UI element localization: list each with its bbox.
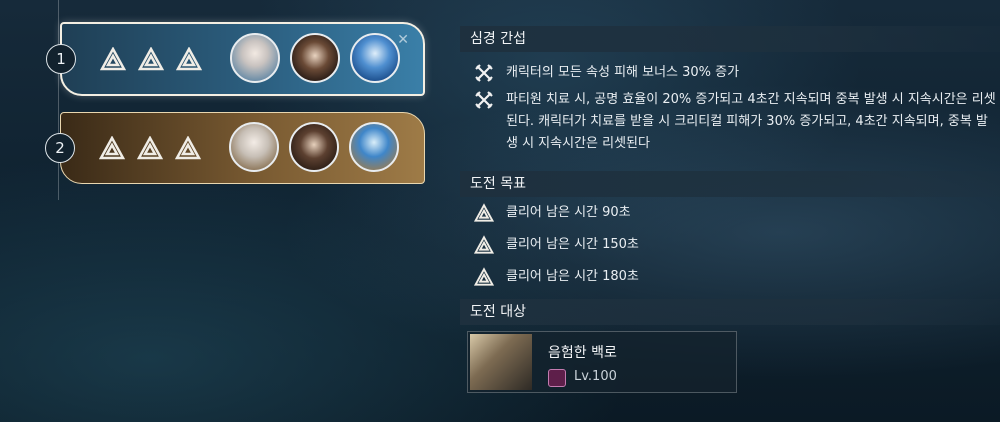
target-card[interactable]: 음험한 백로 Lv.100 xyxy=(467,331,737,393)
boss-level: Lv.100 xyxy=(574,369,617,384)
timeline-line xyxy=(58,0,59,200)
interference-item: 캐릭터의 모든 속성 피해 보너스 30% 증가 xyxy=(474,62,996,84)
boss-portrait xyxy=(470,334,532,390)
goal-item: 클리어 남은 시간 150초 xyxy=(474,234,996,256)
goal-triangle-icon xyxy=(137,136,163,160)
stage-card-1[interactable]: 1 ✕ xyxy=(46,22,425,96)
section-header-interference: 심경 간섭 xyxy=(460,26,1000,52)
goal-text: 클리어 남은 시간 150초 xyxy=(506,237,639,252)
goal-triangle-icon xyxy=(474,203,494,222)
character-portrait xyxy=(350,33,400,83)
stage-number: 2 xyxy=(45,133,75,163)
stage-list: 1 ✕ 2 xyxy=(0,0,440,422)
goal-triangle-icon xyxy=(474,267,494,286)
stage-stars xyxy=(100,47,202,71)
goal-triangle-icon xyxy=(100,47,126,71)
section-header-goals: 도전 목표 xyxy=(460,171,1000,197)
boss-name: 음험한 백로 xyxy=(548,345,617,361)
section-header-target: 도전 대상 xyxy=(460,299,1000,325)
goal-text: 클리어 남은 시간 90초 xyxy=(506,205,631,220)
stage-stars xyxy=(99,136,201,160)
interference-text: 파티원 치료 시, 공명 효율이 20% 증가되고 4초간 지속되며 중복 발생… xyxy=(506,92,996,151)
element-icon xyxy=(548,369,566,387)
goal-triangle-icon xyxy=(175,136,201,160)
character-portrait xyxy=(290,33,340,83)
interference-text: 캐릭터의 모든 속성 피해 보너스 30% 증가 xyxy=(506,65,740,80)
team-portraits xyxy=(229,122,399,172)
goal-triangle-icon xyxy=(99,136,125,160)
goal-item: 클리어 남은 시간 90초 xyxy=(474,202,996,224)
goal-item: 클리어 남은 시간 180초 xyxy=(474,266,996,288)
interference-item: 파티원 치료 시, 공명 효율이 20% 증가되고 4초간 지속되며 중복 발생… xyxy=(474,89,996,155)
character-portrait xyxy=(349,122,399,172)
stage-number: 1 xyxy=(46,44,76,74)
goal-text: 클리어 남은 시간 180초 xyxy=(506,269,639,284)
crossed-swords-icon xyxy=(475,91,493,109)
character-portrait xyxy=(230,33,280,83)
goal-triangle-icon xyxy=(176,47,202,71)
sparkle-icon: ✕ xyxy=(397,32,409,48)
crossed-swords-icon xyxy=(475,64,493,82)
goal-triangle-icon xyxy=(474,235,494,254)
team-portraits xyxy=(230,33,400,83)
character-portrait xyxy=(289,122,339,172)
challenge-detail-panel: 심경 간섭 캐릭터의 모든 속성 피해 보너스 30% 증가 파티원 치료 시,… xyxy=(460,0,1000,422)
goal-triangle-icon xyxy=(138,47,164,71)
stage-card-2[interactable]: 2 xyxy=(45,112,425,184)
character-portrait xyxy=(229,122,279,172)
